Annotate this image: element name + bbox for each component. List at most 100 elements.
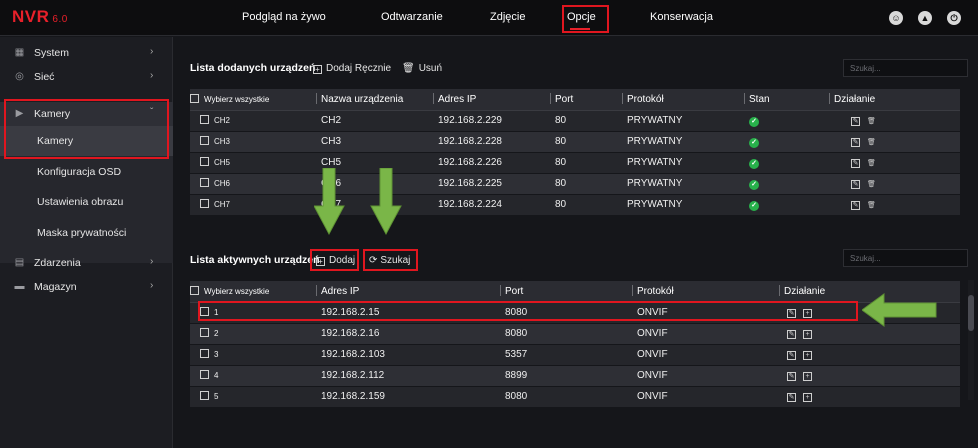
port: 80 xyxy=(550,173,622,195)
checkbox[interactable] xyxy=(200,349,209,358)
checkbox[interactable] xyxy=(200,328,209,337)
col-separator xyxy=(500,285,501,297)
table-row[interactable]: CH5 CH5 192.168.2.226 80 PRYWATNY ✓ ✎ 🗑 xyxy=(190,152,960,174)
port: 8080 xyxy=(500,386,632,408)
sidebar-sub-cameras[interactable]: Kamery xyxy=(0,126,173,156)
row-number: 2 xyxy=(214,329,219,338)
trash-icon[interactable]: 🗑 xyxy=(867,181,876,190)
edit-icon[interactable]: ✎ xyxy=(851,179,860,189)
edit-icon[interactable]: ✎ xyxy=(787,393,796,402)
nav-picture[interactable]: Zdjęcie xyxy=(490,11,525,23)
cloud-icon[interactable]: ▲ xyxy=(918,11,932,25)
edit-icon[interactable]: ✎ xyxy=(787,309,796,318)
status-ok-icon: ✓ xyxy=(749,179,759,190)
action-cell: ✎ 🗑 xyxy=(829,194,960,216)
scrollbar-thumb[interactable] xyxy=(968,295,974,331)
table-row[interactable]: CH2 CH2 192.168.2.229 80 PRYWATNY ✓ ✎ 🗑 xyxy=(190,110,960,132)
row-select[interactable]: 1 xyxy=(190,302,316,324)
sidebar-item-storage[interactable]: ▬ Magazyn › xyxy=(0,275,173,299)
checkbox[interactable] xyxy=(200,307,209,316)
row-select[interactable]: CH2 xyxy=(190,110,316,132)
col-separator xyxy=(622,93,623,105)
active-search-input[interactable]: Szukaj... ⚲ xyxy=(843,249,978,267)
table-row[interactable]: CH6 CH6 192.168.2.225 80 PRYWATNY ✓ ✎🗑 xyxy=(190,173,960,195)
action-cell: ✎ 🗑 xyxy=(829,173,960,195)
sidebar-item-cameras[interactable]: ▶ Kamery ˇ xyxy=(0,102,173,126)
table-row[interactable]: 4 192.168.2.112 8899 ONVIF ✎ + xyxy=(190,365,960,387)
table-row[interactable]: CH3 CH3 192.168.2.228 80 PRYWATNY ✓ ✎ 🗑 xyxy=(190,131,960,153)
checkbox[interactable] xyxy=(200,178,209,187)
table-row[interactable]: 2 192.168.2.16 8080 ONVIF ✎ + xyxy=(190,323,960,345)
edit-icon[interactable]: ✎ xyxy=(787,351,796,360)
row-select[interactable]: CH7 xyxy=(190,194,316,216)
refresh-icon: ⟳ xyxy=(369,255,378,266)
add-device-icon[interactable]: + xyxy=(803,372,812,381)
add-manual-button[interactable]: + Dodaj Ręcznie xyxy=(313,63,391,74)
status-ok-icon: ✓ xyxy=(749,200,759,211)
system-icon: ▦ xyxy=(14,47,25,58)
add-device-icon[interactable]: + xyxy=(803,309,812,318)
edit-icon[interactable]: ✎ xyxy=(851,137,860,147)
sidebar-item-network[interactable]: ◎ Sieć › xyxy=(0,65,173,89)
checkbox[interactable] xyxy=(200,136,209,145)
sidebar-sub-osd[interactable]: Konfiguracja OSD xyxy=(0,157,173,187)
header-label: Protokół xyxy=(627,94,664,106)
header-label: Stan xyxy=(749,94,770,106)
power-icon[interactable]: ⏻ xyxy=(947,11,961,25)
edit-icon[interactable]: ✎ xyxy=(787,372,796,381)
row-select[interactable]: 4 xyxy=(190,365,316,387)
edit-icon[interactable]: ✎ xyxy=(851,116,860,126)
checkbox[interactable] xyxy=(200,199,209,208)
sidebar-sub-privacy-mask[interactable]: Maska prywatności xyxy=(0,218,173,248)
row-select[interactable]: 5 xyxy=(190,386,316,408)
row-select[interactable]: CH3 xyxy=(190,131,316,153)
row-select[interactable]: 2 xyxy=(190,323,316,345)
nav-live-view[interactable]: Podgląd na żywo xyxy=(242,11,326,23)
added-search-input[interactable]: Szukaj... ⚲ xyxy=(843,59,978,77)
checkbox[interactable] xyxy=(190,93,199,103)
checkbox[interactable] xyxy=(200,115,209,124)
checkbox[interactable] xyxy=(200,370,209,379)
col-separator xyxy=(433,93,434,105)
col-separator xyxy=(550,93,551,105)
sidebar-sub-image-settings[interactable]: Ustawienia obrazu xyxy=(0,187,173,217)
edit-icon[interactable]: ✎ xyxy=(851,200,860,210)
scan-button[interactable]: ⟳ Szukaj xyxy=(369,255,410,266)
table-row[interactable]: CH7 CH7 192.168.2.224 80 PRYWATNY ✓ ✎🗑 xyxy=(190,194,960,216)
edit-icon[interactable]: ✎ xyxy=(851,158,860,168)
trash-icon[interactable]: 🗑 xyxy=(867,118,876,127)
header-label: Protokół xyxy=(637,286,674,298)
status-cell: ✓ xyxy=(744,110,829,132)
nav-maintenance[interactable]: Konserwacja xyxy=(650,11,713,23)
table-row[interactable]: 5 192.168.2.159 8080 ONVIF ✎ + xyxy=(190,386,960,408)
events-icon: ▤ xyxy=(14,257,25,268)
select-all-header[interactable]: Wybierz wszystkie xyxy=(190,89,316,111)
add-button[interactable]: + Dodaj xyxy=(316,255,355,266)
sidebar-item-system[interactable]: ▦ System › xyxy=(0,41,173,65)
nav-playback[interactable]: Odtwarzanie xyxy=(381,11,443,23)
trash-icon[interactable]: 🗑 xyxy=(867,202,876,211)
add-device-icon[interactable]: + xyxy=(803,393,812,402)
table-row[interactable]: 3 192.168.2.103 5357 ONVIF ✎ + xyxy=(190,344,960,366)
delete-button[interactable]: 🗑 Usuń xyxy=(402,63,442,74)
select-all-header[interactable]: Wybierz wszystkie xyxy=(190,281,316,303)
edit-icon[interactable]: ✎ xyxy=(787,330,796,339)
row-select[interactable]: CH6 xyxy=(190,173,316,195)
row-number: 1 xyxy=(214,308,219,317)
table-row[interactable]: 1 192.168.2.15 8080 ONVIF ✎ + xyxy=(190,302,960,324)
trash-icon[interactable]: 🗑 xyxy=(867,139,876,148)
sidebar-item-events[interactable]: ▤ Zdarzenia › xyxy=(0,251,173,275)
checkbox[interactable] xyxy=(200,157,209,166)
row-select[interactable]: 3 xyxy=(190,344,316,366)
add-device-icon[interactable]: + xyxy=(803,351,812,360)
action-cell: ✎ + xyxy=(779,344,960,366)
checkbox[interactable] xyxy=(200,391,209,400)
nav-options[interactable]: Opcje xyxy=(567,11,596,23)
row-select[interactable]: CH5 xyxy=(190,152,316,174)
trash-icon[interactable]: 🗑 xyxy=(867,160,876,169)
checkbox[interactable] xyxy=(190,285,199,295)
add-device-icon[interactable]: + xyxy=(803,330,812,339)
user-icon[interactable]: ☺ xyxy=(889,11,903,25)
header-status: Stan xyxy=(744,89,829,111)
chevron-right-icon: › xyxy=(150,70,154,81)
